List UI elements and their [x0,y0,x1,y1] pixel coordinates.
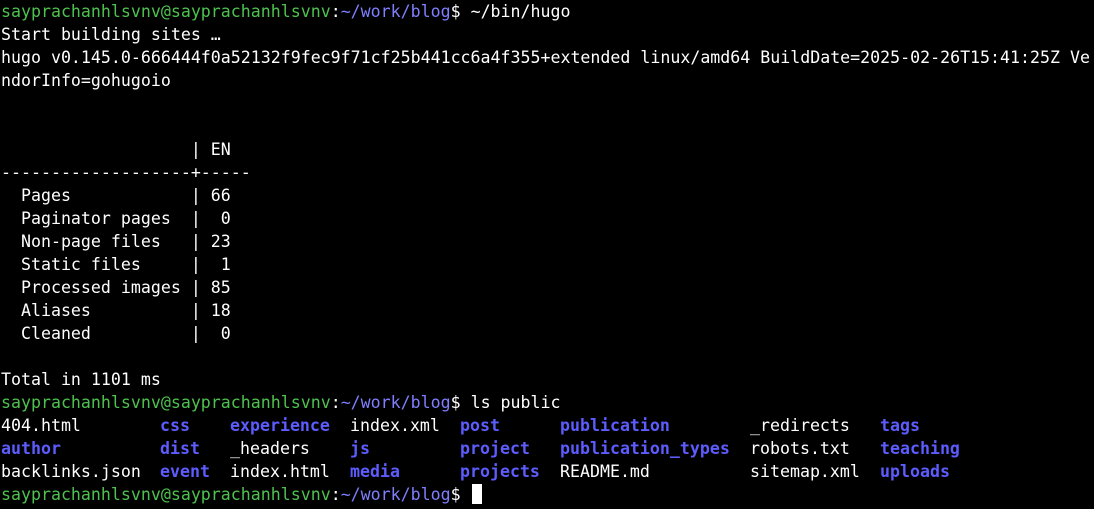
stats-table-header: | EN [1,140,231,159]
ls-directory-entry: projects [460,462,540,481]
prompt-colon: : [330,485,341,504]
prompt-cwd: ~/work/blog [340,393,451,412]
stats-row-aliases: Aliases | 18 [1,301,231,320]
prompt-user-host: sayprachanhlsvnv@sayprachanhlsvnv [1,485,331,504]
ls-output-listing: 404.html css experience index.xml post public… [1,414,1094,483]
ls-directory-entry: teaching [880,439,960,458]
ls-file-entry: robots.txt [750,439,850,458]
prompt-cwd: ~/work/blog [340,485,451,504]
ls-directory-entry: author [1,439,61,458]
stats-row-static-files: Static files | 1 [1,255,231,274]
ls-file-entry: _redirects [750,416,850,435]
text-cursor[interactable] [471,484,482,504]
output-start-building: Start building sites … [1,25,221,44]
prompt-line-2: sayprachanhlsvnv@sayprachanhlsvnv:~/work… [1,391,1094,414]
prompt-cwd: ~/work/blog [340,2,451,21]
prompt-user-host: sayprachanhlsvnv@sayprachanhlsvnv [1,393,331,412]
prompt-colon: : [330,393,341,412]
stats-row-processed-images: Processed images | 85 [1,278,231,297]
prompt-line-1: sayprachanhlsvnv@sayprachanhlsvnv:~/work… [1,0,1094,23]
stats-table-separator: -------------------+----- [1,163,251,182]
ls-directory-entry: js [350,439,370,458]
stats-row-cleaned: Cleaned | 0 [1,324,231,343]
stats-row-pages: Pages | 66 [1,186,231,205]
ls-directory-entry: publication [560,416,670,435]
prompt-colon: : [330,2,341,21]
prompt-dollar: $ [450,2,471,21]
ls-file-entry: backlinks.json [1,462,141,481]
ls-file-entry: README.md [560,462,650,481]
prompt-user-host: sayprachanhlsvnv@sayprachanhlsvnv [1,2,331,21]
prompt-dollar: $ [450,393,471,412]
ls-directory-entry: event [160,462,210,481]
command-hugo: ~/bin/hugo [470,2,571,21]
ls-directory-entry: project [460,439,530,458]
ls-directory-entry: css [160,416,190,435]
ls-file-entry: sitemap.xml [750,462,860,481]
ls-directory-entry: publication_types [560,439,730,458]
prompt-line-3[interactable]: sayprachanhlsvnv@sayprachanhlsvnv:~/work… [1,483,1094,506]
prompt-dollar: $ [450,485,471,504]
stats-row-paginator-pages: Paginator pages | 0 [1,209,231,228]
ls-directory-entry: uploads [880,462,950,481]
ls-directory-entry: media [350,462,400,481]
ls-directory-entry: experience [230,416,330,435]
ls-file-entry: 404.html [1,416,81,435]
ls-directory-entry: dist [160,439,200,458]
terminal-window[interactable]: sayprachanhlsvnv@sayprachanhlsvnv:~/work… [0,0,1094,509]
command-ls-public: ls public [470,393,561,412]
ls-file-entry: index.xml [350,416,440,435]
ls-directory-entry: tags [880,416,920,435]
ls-file-entry: _headers [230,439,310,458]
stats-row-non-page-files: Non-page files | 23 [1,232,231,251]
output-hugo-version: hugo v0.145.0-666444f0a52132f9fec9f71cf2… [1,48,1090,90]
output-total-time: Total in 1101 ms [1,370,161,389]
ls-directory-entry: post [460,416,500,435]
ls-file-entry: index.html [230,462,330,481]
